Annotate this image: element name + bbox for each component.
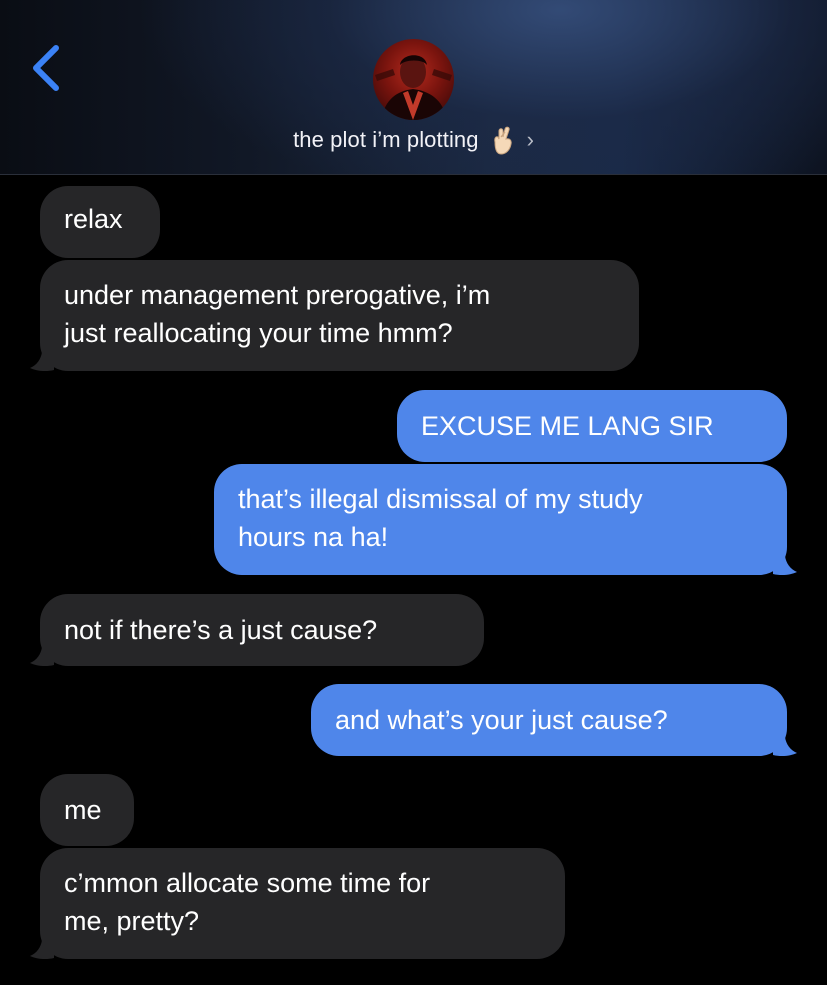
bubble-tail [30,647,54,667]
bubble-tail [773,556,797,576]
message-bubble-received[interactable]: under management prerogative, i’m just r… [40,260,639,371]
chevron-left-icon [33,45,59,91]
message-bubble-received[interactable]: c’mmon allocate some time for me, pretty… [40,848,565,959]
message-text: me [64,795,102,825]
message-text-line: me, pretty? [64,906,200,936]
message-bubble-sent[interactable]: EXCUSE ME LANG SIR [397,390,787,462]
message-bubble-received[interactable]: relax [40,186,160,258]
chevron-right-icon: › [526,127,534,152]
message-text-line: that’s illegal dismissal of my study [238,484,643,514]
message-text-line: under management prerogative, i’m [64,280,491,310]
contact-details-link[interactable]: the plot i’m plotting › [0,122,827,158]
message-text-line: c’mmon allocate some time for [64,868,431,898]
message-bubble-sent[interactable]: that’s illegal dismissal of my study hou… [214,464,787,575]
bubble-tail [30,352,54,372]
crossed-fingers-icon [489,125,515,155]
message-text: not if there’s a just cause? [64,615,378,645]
message-bubble-sent[interactable]: and what’s your just cause? [311,684,787,756]
message-text: and what’s your just cause? [335,705,668,735]
message-bubble-received[interactable]: not if there’s a just cause? [40,594,484,666]
bubble-tail [773,737,797,757]
conversation-header: the plot i’m plotting › [0,0,827,175]
message-bubble-received[interactable]: me [40,774,134,846]
contact-avatar[interactable] [373,39,454,120]
message-text-line: hours na ha! [238,522,389,552]
contact-name: the plot i’m plotting [293,127,479,152]
avatar-image [375,55,452,120]
message-text-line: just reallocating your time hmm? [64,318,453,348]
bubble-tail [30,940,54,960]
message-text: relax [64,204,123,234]
message-text: EXCUSE ME LANG SIR [421,411,714,441]
back-button[interactable] [22,40,72,96]
